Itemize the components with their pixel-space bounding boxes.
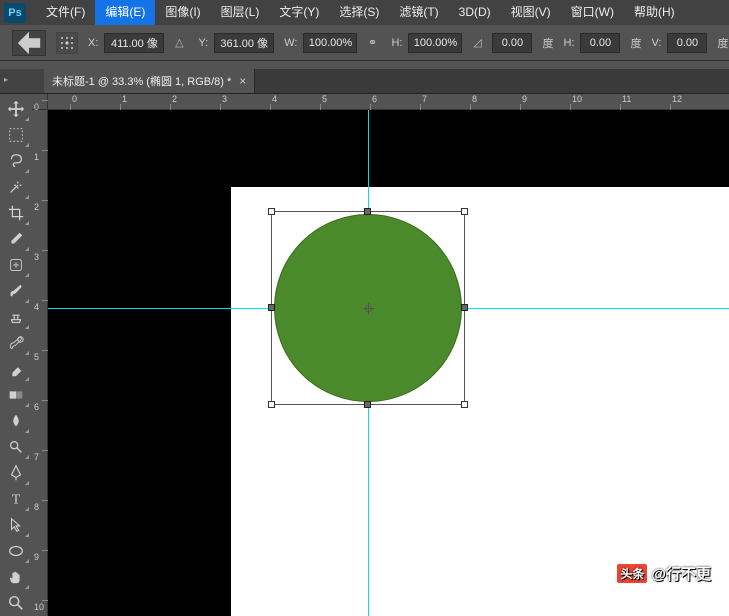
- zoom-tool[interactable]: [2, 590, 30, 616]
- transform-center-icon[interactable]: [363, 303, 374, 314]
- handle-s[interactable]: [364, 401, 371, 408]
- gradient-tool[interactable]: [2, 382, 30, 408]
- watermark-text: @行不更: [651, 563, 711, 584]
- horizontal-ruler[interactable]: 0123456789101112: [48, 94, 729, 110]
- menu-select[interactable]: 选择(S): [329, 0, 389, 25]
- healing-brush-tool[interactable]: [2, 252, 30, 278]
- menu-window[interactable]: 窗口(W): [561, 0, 624, 25]
- menu-view[interactable]: 视图(V): [501, 0, 561, 25]
- app-logo: Ps: [4, 3, 26, 23]
- skew-h-input[interactable]: [580, 33, 620, 53]
- dodge-tool[interactable]: [2, 434, 30, 460]
- skew-h-unit: 度: [630, 35, 641, 51]
- menu-edit[interactable]: 编辑(E): [95, 0, 155, 25]
- shape-tool[interactable]: [2, 538, 30, 564]
- y-input[interactable]: [214, 33, 274, 53]
- menu-file[interactable]: 文件(F): [36, 0, 95, 25]
- eyedropper-tool[interactable]: [2, 226, 30, 252]
- h-input[interactable]: [408, 33, 462, 53]
- handle-w[interactable]: [268, 304, 275, 311]
- handle-ne[interactable]: [461, 208, 468, 215]
- skew-h-label: H:: [563, 37, 574, 49]
- tab-bar: 未标题-1 @ 33.3% (椭圆 1, RGB/8) * ×: [0, 69, 729, 94]
- w-label: W:: [284, 37, 297, 49]
- skew-v-input[interactable]: [667, 33, 707, 53]
- hand-tool[interactable]: [2, 564, 30, 590]
- move-tool[interactable]: [2, 96, 30, 122]
- magic-wand-tool[interactable]: [2, 174, 30, 200]
- brush-tool[interactable]: [2, 278, 30, 304]
- tool-palette: T: [0, 94, 32, 616]
- canvas-area: 0123456789101112 012345678910: [32, 94, 729, 616]
- handle-se[interactable]: [461, 401, 468, 408]
- history-brush-tool[interactable]: [2, 330, 30, 356]
- swap-xy-icon[interactable]: △: [170, 34, 188, 52]
- skew-v-label: V:: [651, 37, 661, 49]
- clone-stamp-tool[interactable]: [2, 304, 30, 330]
- document-tab[interactable]: 未标题-1 @ 33.3% (椭圆 1, RGB/8) * ×: [44, 69, 255, 93]
- handle-n[interactable]: [364, 208, 371, 215]
- handle-nw[interactable]: [268, 208, 275, 215]
- text-tool[interactable]: T: [2, 486, 30, 512]
- workspace: T 0123456789101112 012345678910: [0, 94, 729, 616]
- link-wh-icon[interactable]: ⚭: [363, 34, 381, 52]
- watermark-brand: 头条: [617, 564, 647, 583]
- options-bar: X: △ Y: W: ⚭ H: ◿ 度 H: 度 V: 度: [0, 25, 729, 61]
- x-input[interactable]: [104, 33, 164, 53]
- vertical-ruler[interactable]: 012345678910: [32, 110, 48, 616]
- reference-point-grid[interactable]: [56, 32, 78, 54]
- w-input[interactable]: [303, 33, 357, 53]
- document-tab-title: 未标题-1 @ 33.3% (椭圆 1, RGB/8) *: [52, 73, 231, 89]
- watermark: 头条 @行不更: [617, 563, 711, 584]
- pen-tool[interactable]: [2, 460, 30, 486]
- handle-e[interactable]: [461, 304, 468, 311]
- menu-bar: Ps 文件(F) 编辑(E) 图像(I) 图层(L) 文字(Y) 选择(S) 滤…: [0, 0, 729, 25]
- eraser-tool[interactable]: [2, 356, 30, 382]
- skew-v-unit: 度: [717, 35, 728, 51]
- panel-expand-icon[interactable]: [0, 69, 44, 93]
- transform-box[interactable]: [271, 211, 465, 405]
- lasso-tool[interactable]: [2, 148, 30, 174]
- menu-layer[interactable]: 图层(L): [211, 0, 270, 25]
- angle-icon: ◿: [468, 34, 486, 52]
- h-label: H:: [391, 37, 402, 49]
- angle-unit: 度: [542, 35, 553, 51]
- transform-tool-icon[interactable]: [12, 30, 46, 56]
- menu-filter[interactable]: 滤镜(T): [389, 0, 448, 25]
- menu-image[interactable]: 图像(I): [155, 0, 210, 25]
- blur-tool[interactable]: [2, 408, 30, 434]
- handle-sw[interactable]: [268, 401, 275, 408]
- marquee-tool[interactable]: [2, 122, 30, 148]
- menu-type[interactable]: 文字(Y): [269, 0, 329, 25]
- crop-tool[interactable]: [2, 200, 30, 226]
- viewport[interactable]: [48, 110, 729, 616]
- menu-help[interactable]: 帮助(H): [624, 0, 685, 25]
- angle-input[interactable]: [492, 33, 532, 53]
- path-select-tool[interactable]: [2, 512, 30, 538]
- svg-text:T: T: [12, 492, 21, 507]
- menu-3d[interactable]: 3D(D): [449, 0, 501, 25]
- close-icon[interactable]: ×: [239, 74, 246, 88]
- y-label: Y:: [198, 37, 208, 49]
- x-label: X:: [88, 37, 98, 49]
